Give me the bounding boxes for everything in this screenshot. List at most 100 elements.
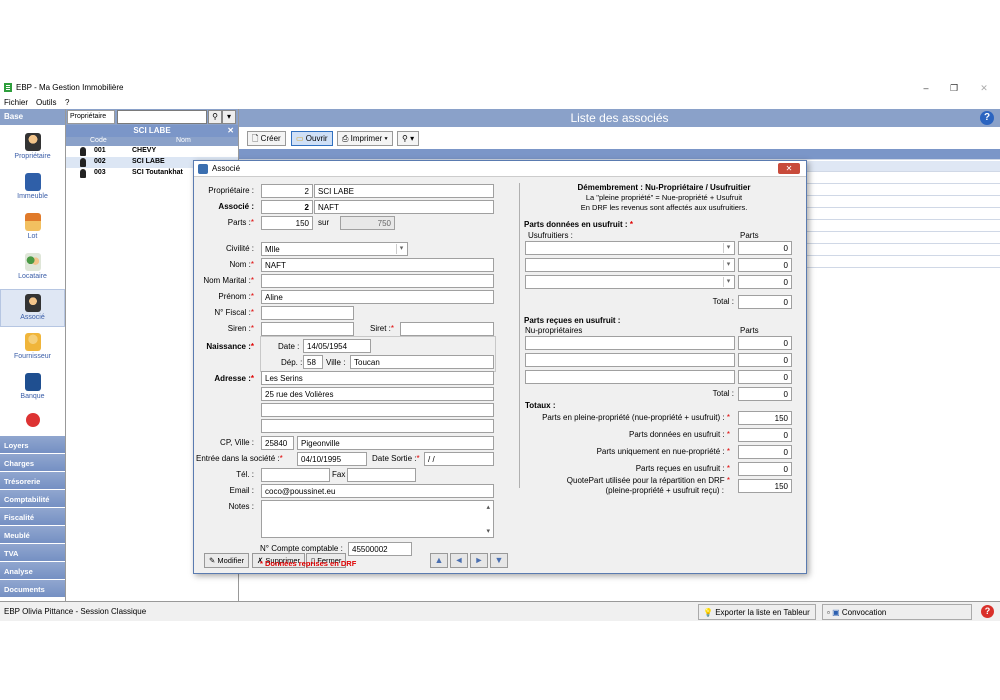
nue-propriete-field[interactable]: 0 [738, 445, 792, 459]
search-icon[interactable]: ⚲ [208, 110, 222, 124]
email-field[interactable]: coco@poussinet.eu [261, 484, 494, 498]
nu-proprietaire-field-2[interactable] [525, 353, 735, 367]
city-field[interactable]: Pigeonville [297, 436, 494, 450]
open-button[interactable]: ▭ Ouvrir [291, 131, 333, 146]
prenom-field[interactable]: Aline [261, 290, 494, 304]
t4-label: Parts reçues en usufruit : * [635, 464, 730, 473]
parts-field[interactable]: 150 [261, 216, 313, 230]
pleine-propriete-field[interactable]: 150 [738, 411, 792, 425]
nav-item-fournisseur[interactable]: Fournisseur [0, 329, 65, 367]
given-parts-field-1[interactable]: 0 [738, 241, 792, 255]
last-record-icon[interactable]: ▼ [490, 553, 508, 568]
quotepart-field[interactable]: 150 [738, 479, 792, 493]
session-status: EBP Olivia Pittance - Session Classique [4, 607, 147, 616]
received-parts-field-3[interactable]: 0 [738, 370, 792, 384]
received-parts-field-1[interactable]: 0 [738, 336, 792, 350]
fiscal-field[interactable] [261, 306, 354, 320]
address-line1-field[interactable]: Les Serins [261, 371, 494, 385]
menu-help[interactable]: ? [65, 98, 69, 107]
help-icon[interactable]: ? [981, 605, 994, 618]
help-icon[interactable]: ? [980, 111, 994, 125]
associe-name-field[interactable]: NAFT [314, 200, 494, 214]
postal-code-field[interactable]: 25840 [261, 436, 294, 450]
siren-field[interactable] [261, 322, 354, 336]
scroll-down-icon[interactable]: ▾ [486, 527, 490, 535]
nav-section-meuble[interactable]: Meublé [0, 525, 65, 543]
nav-item-proprietaire[interactable]: Propriétaire [0, 129, 65, 167]
given-parts-field-2[interactable]: 0 [738, 258, 792, 272]
nav-section-documents[interactable]: Documents [0, 579, 65, 597]
previous-record-icon[interactable]: ◄ [450, 553, 468, 568]
export-label: Exporter la liste en Tableur [715, 608, 810, 617]
nav-item-more[interactable] [0, 409, 65, 431]
usufruitier-select-1[interactable]: ▾ [525, 241, 735, 255]
restore-icon[interactable]: ❐ [944, 82, 964, 94]
entree-date-field[interactable]: 04/10/1995 [297, 452, 367, 466]
search-button[interactable]: ⚲ ▾ [397, 131, 420, 146]
nav-item-associe[interactable]: Associé [0, 289, 65, 327]
nav-item-immeuble[interactable]: Immeuble [0, 169, 65, 207]
nav-item-locataire[interactable]: Locataire [0, 249, 65, 287]
row-nom: CHEVY [132, 147, 157, 154]
nav-section-tva[interactable]: TVA [0, 543, 65, 561]
given-parts-field-3[interactable]: 0 [738, 275, 792, 289]
proprietaire-number-field[interactable]: 2 [261, 184, 313, 198]
nav-section-tresorerie[interactable]: Trésorerie [0, 471, 65, 489]
owner-icon [24, 133, 41, 151]
sortie-date-field[interactable]: / / [424, 452, 494, 466]
next-record-icon[interactable]: ► [470, 553, 488, 568]
received-parts-field-2[interactable]: 0 [738, 353, 792, 367]
nav-section-analyse[interactable]: Analyse [0, 561, 65, 579]
address-line2-field[interactable]: 25 rue des Volières [261, 387, 494, 401]
menu-outils[interactable]: Outils [36, 98, 56, 107]
notes-textarea[interactable]: ▴ ▾ [261, 500, 494, 538]
siret-field[interactable] [400, 322, 494, 336]
associe-number-field[interactable]: 2 [261, 200, 313, 214]
nav-section-comptabilite[interactable]: Comptabilité [0, 489, 65, 507]
col-nom[interactable]: Nom [176, 137, 191, 144]
demembrement-line2: En DRF les revenus sont affectés aux usu… [580, 203, 748, 212]
proprietaire-name-field[interactable]: SCI LABE [314, 184, 494, 198]
building-icon [24, 173, 41, 191]
nom-field[interactable]: NAFT [261, 258, 494, 272]
modifier-button[interactable]: ✎ Modifier [204, 553, 250, 568]
create-button[interactable]: 🗋 Créer [247, 131, 286, 146]
nu-proprietaire-field-1[interactable] [525, 336, 735, 350]
parts-donnees-field[interactable]: 0 [738, 428, 792, 442]
close-icon[interactable]: ✕ [974, 82, 994, 94]
usufruitier-select-2[interactable]: ▾ [525, 258, 735, 272]
table-row[interactable]: 001 CHEVY [66, 146, 238, 157]
naissance-group [260, 336, 496, 372]
minimize-icon[interactable]: – [916, 82, 936, 94]
parts-recues-field[interactable]: 0 [738, 462, 792, 476]
nav-section-fiscalite[interactable]: Fiscalité [0, 507, 65, 525]
convocation-button[interactable]: ▫ ▣ Convocation [822, 604, 972, 620]
address-line3-field[interactable] [261, 403, 494, 417]
create-label: Créer [260, 134, 281, 143]
export-spreadsheet-button[interactable]: 💡 Exporter la liste en Tableur [698, 604, 816, 620]
nav-item-banque[interactable]: Banque [0, 369, 65, 407]
menu-fichier[interactable]: Fichier [4, 98, 28, 107]
print-button[interactable]: ⎙ Imprimer ▾ [337, 131, 393, 146]
close-icon[interactable]: ✕ [778, 163, 800, 174]
nom-marital-field[interactable] [261, 274, 494, 288]
chevron-down-icon[interactable]: ▾ [222, 110, 236, 124]
address-line4-field[interactable] [261, 419, 494, 433]
nav-section-charges[interactable]: Charges [0, 453, 65, 471]
nav-section-loyers[interactable]: Loyers [0, 435, 65, 453]
first-record-icon[interactable]: ▲ [430, 553, 448, 568]
siren-label: Siren :* [227, 324, 254, 333]
usufruitier-select-3[interactable]: ▾ [525, 275, 735, 289]
nav-base-header[interactable]: Base [0, 109, 65, 125]
owner-search-input[interactable] [117, 110, 207, 124]
col-code[interactable]: Code [90, 137, 107, 144]
scroll-up-icon[interactable]: ▴ [486, 503, 490, 511]
nu-proprietaire-field-3[interactable] [525, 370, 735, 384]
fax-field[interactable] [347, 468, 416, 482]
nav-item-lot[interactable]: Lot [0, 209, 65, 247]
bank-icon [24, 373, 41, 391]
tel-field[interactable] [261, 468, 330, 482]
civilite-select[interactable]: Mlle ▾ [261, 242, 408, 256]
demembrement-line1: La "pleine propriété" = Nue-propriété + … [585, 193, 743, 202]
close-icon[interactable]: ✕ [227, 125, 234, 137]
